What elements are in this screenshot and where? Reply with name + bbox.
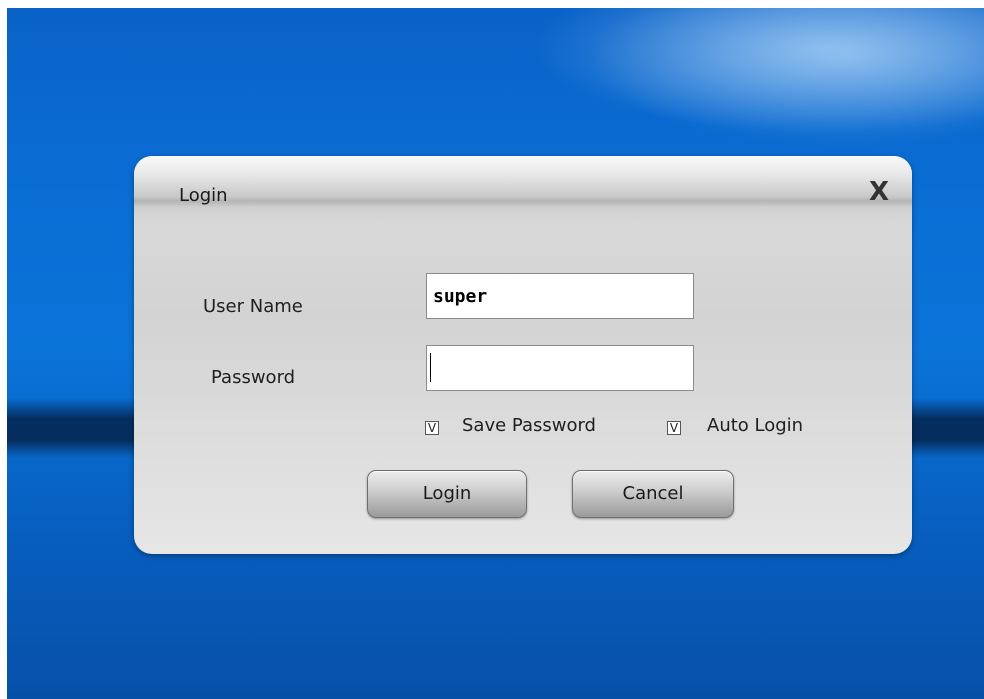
username-input[interactable] xyxy=(426,273,694,319)
dialog-title: Login xyxy=(179,185,228,206)
close-icon[interactable]: X xyxy=(864,177,894,207)
username-label: User Name xyxy=(203,296,303,317)
login-button[interactable]: Login xyxy=(367,470,527,518)
save-password-checkbox[interactable]: V xyxy=(425,421,439,435)
save-password-label[interactable]: Save Password xyxy=(462,415,596,436)
dialog-titlebar: Login X xyxy=(134,156,912,222)
auto-login-label[interactable]: Auto Login xyxy=(707,415,803,436)
password-input[interactable] xyxy=(426,345,694,391)
cancel-button[interactable]: Cancel xyxy=(572,470,734,518)
auto-login-checkbox[interactable]: V xyxy=(667,421,681,435)
text-caret xyxy=(430,353,431,382)
password-label: Password xyxy=(211,367,296,388)
login-dialog: Login X User Name Password V Save Passwo… xyxy=(134,156,912,554)
light-glow xyxy=(587,8,984,148)
